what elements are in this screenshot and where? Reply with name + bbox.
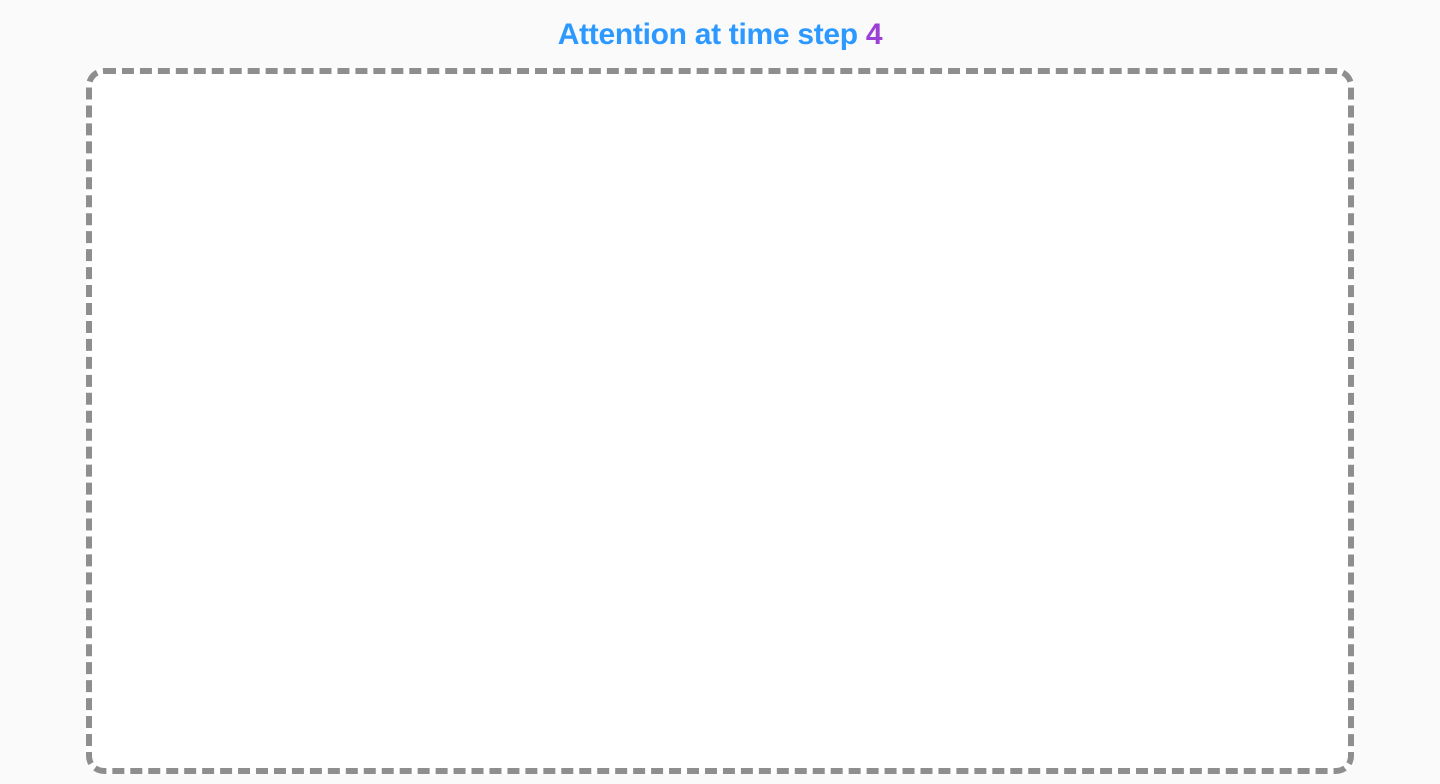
title-prefix: Attention at time step xyxy=(558,18,866,51)
diagram-title: Attention at time step 4 xyxy=(558,18,883,52)
title-step-number: 4 xyxy=(866,18,882,51)
diagram-container: Attention at time step 4 xyxy=(0,0,1440,784)
attention-panel xyxy=(86,68,1354,774)
